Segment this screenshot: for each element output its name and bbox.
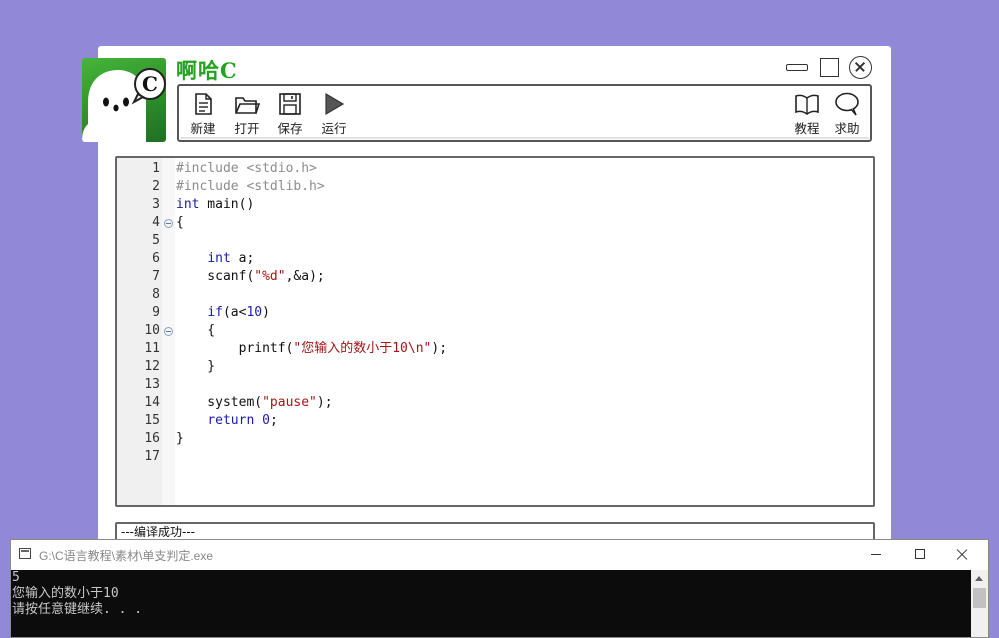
console-line: 5 (12, 570, 20, 585)
line-number: 7 (152, 269, 160, 284)
help-label: 求助 (834, 121, 860, 136)
new-button[interactable]: 新建 (183, 92, 223, 137)
line-number: 8 (152, 287, 160, 302)
code-line[interactable]: { (176, 322, 215, 340)
line-number: 17 (144, 449, 160, 464)
code-line[interactable]: } (176, 430, 184, 448)
save-disk-icon (279, 93, 301, 115)
line-number: 12 (144, 359, 160, 374)
line-number: 3 (152, 197, 160, 212)
console-minimize-button[interactable] (871, 554, 881, 555)
code-line[interactable]: scanf("%d",&a); (176, 268, 324, 286)
open-button[interactable]: 打开 (227, 92, 267, 137)
tutorial-label: 教程 (794, 121, 820, 136)
code-line[interactable]: system("pause"); (176, 394, 332, 412)
code-line[interactable]: { (176, 214, 184, 232)
code-line[interactable]: printf("您输入的数小于10\n"); (176, 340, 447, 358)
run-button[interactable]: 运行 (314, 92, 354, 137)
code-line[interactable]: int a; (176, 250, 254, 268)
save-label: 保存 (277, 121, 303, 136)
help-button[interactable]: 求助 (827, 92, 867, 137)
run-label: 运行 (321, 121, 347, 136)
console-close-button[interactable] (955, 548, 969, 562)
close-button[interactable] (849, 56, 872, 79)
line-number: 11 (144, 341, 160, 356)
folder-icon (235, 97, 260, 114)
console-line: 您输入的数小于10 (12, 586, 119, 601)
code-line[interactable]: #include <stdio.h> (176, 160, 317, 178)
line-number: 13 (144, 377, 160, 392)
line-number: 14 (144, 395, 160, 410)
console-maximize-button[interactable] (915, 549, 925, 559)
tutorial-button[interactable]: 教程 (787, 92, 827, 137)
line-number: 5 (152, 233, 160, 248)
new-file-icon (195, 93, 212, 115)
line-number: 10 (144, 323, 160, 338)
svg-text:C: C (142, 72, 158, 96)
line-number: 16 (144, 431, 160, 446)
minimize-button[interactable] (786, 64, 808, 71)
ghost-logo-icon: C (82, 68, 166, 142)
console-output[interactable]: 5 您输入的数小于10 请按任意键继续. . . (11, 570, 973, 637)
save-button[interactable]: 保存 (270, 92, 310, 137)
new-label: 新建 (190, 121, 216, 136)
fold-toggle-icon[interactable] (164, 219, 173, 228)
scroll-thumb[interactable] (973, 588, 986, 608)
app-title: 啊哈C (176, 58, 238, 83)
speech-bubble-icon (835, 92, 859, 116)
open-label: 打开 (234, 121, 260, 136)
line-number: 15 (144, 413, 160, 428)
line-number: 4 (152, 215, 160, 230)
code-line[interactable]: } (176, 358, 215, 376)
code-line[interactable]: return 0; (176, 412, 277, 430)
fold-toggle-icon[interactable] (164, 327, 173, 336)
scroll-up-arrow-icon[interactable] (975, 576, 983, 581)
book-icon (795, 94, 819, 115)
app-logo: C (82, 58, 166, 142)
code-line[interactable]: #include <stdlib.h> (176, 178, 325, 196)
play-icon (325, 92, 345, 116)
console-scrollbar[interactable] (971, 570, 988, 637)
line-number: 1 (152, 161, 160, 176)
code-editor[interactable]: 1 #include <stdio.h> 2 #include <stdlib.h> 3… (115, 156, 875, 507)
console-titlebar[interactable]: G:\C语言教程\素材\单支判定.exe (11, 540, 988, 570)
maximize-button[interactable] (820, 58, 839, 77)
line-number: 2 (152, 179, 160, 194)
toolbar: 新建 打开 保存 运行 教程 求助 (177, 84, 872, 142)
console-window: G:\C语言教程\素材\单支判定.exe 5 您输入的数小于10 请按任意键继续… (10, 539, 989, 638)
code-line[interactable]: int main() (176, 196, 254, 214)
code-line[interactable]: if(a<10) (176, 304, 270, 322)
console-app-icon (19, 548, 31, 559)
console-title: G:\C语言教程\素材\单支判定.exe (39, 549, 214, 563)
line-number: 9 (152, 305, 160, 320)
console-line: 请按任意键继续. . . (12, 602, 143, 617)
line-number: 6 (152, 251, 160, 266)
